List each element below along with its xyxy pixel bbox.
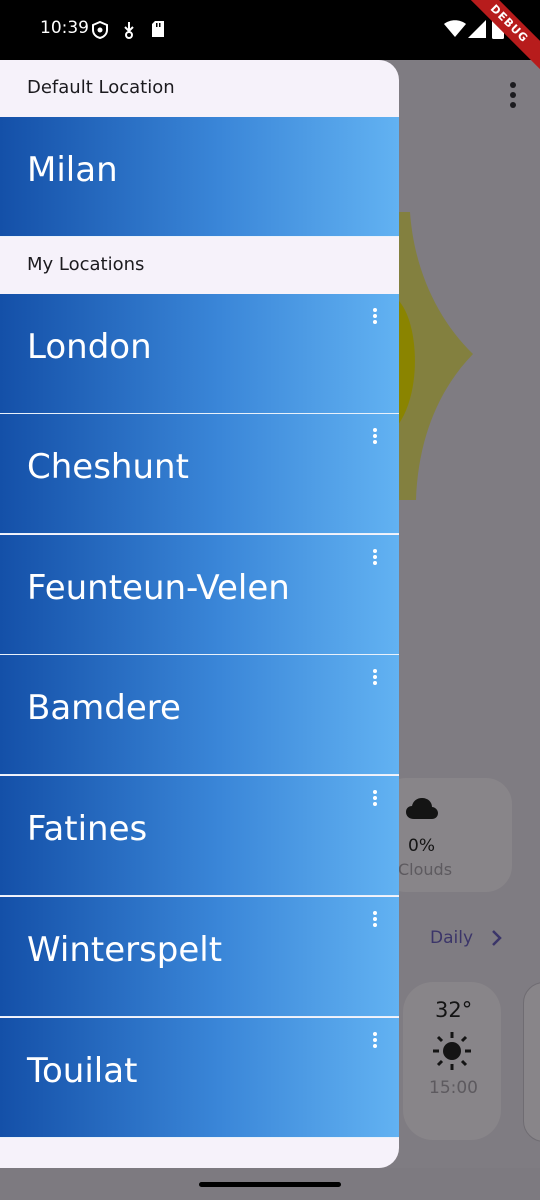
location-name: Milan bbox=[27, 150, 118, 190]
my-locations-header: My Locations bbox=[27, 254, 145, 275]
status-bar: 10:39 DEBUG bbox=[0, 0, 540, 78]
location-menu-icon[interactable] bbox=[369, 549, 381, 569]
more-options-icon[interactable] bbox=[506, 82, 520, 112]
location-name: Cheshunt bbox=[27, 447, 189, 487]
location-item-bamdere[interactable]: Bamdere bbox=[0, 655, 399, 775]
cloud-icon bbox=[406, 798, 438, 819]
signal-icon bbox=[468, 20, 486, 38]
location-item-fatines[interactable]: Fatines bbox=[0, 776, 399, 896]
clouds-card: 0% Clouds bbox=[380, 778, 512, 892]
sun-icon bbox=[433, 1032, 471, 1070]
location-name: London bbox=[27, 327, 152, 367]
hourly-temp: 32° bbox=[435, 998, 473, 1022]
weather-illustration bbox=[398, 212, 473, 500]
sd-card-icon bbox=[152, 21, 164, 37]
location-menu-icon[interactable] bbox=[369, 790, 381, 810]
wifi-icon bbox=[444, 20, 466, 37]
location-name: Feunteun-Velen bbox=[27, 568, 290, 608]
location-menu-icon[interactable] bbox=[369, 669, 381, 689]
hourly-forecast-card-partial[interactable] bbox=[523, 982, 540, 1142]
daily-button[interactable]: Daily bbox=[430, 928, 473, 948]
location-name: Winterspelt bbox=[27, 930, 223, 970]
hourly-time: 15:00 bbox=[429, 1078, 478, 1098]
home-gesture-handle[interactable] bbox=[199, 1182, 341, 1187]
default-location-item[interactable]: Milan bbox=[0, 117, 399, 237]
location-item-london[interactable]: London bbox=[0, 294, 399, 414]
locations-drawer: Default Location Milan My Locations Lond… bbox=[0, 60, 399, 1168]
location-menu-icon[interactable] bbox=[369, 308, 381, 328]
location-item-cheshunt[interactable]: Cheshunt bbox=[0, 414, 399, 534]
status-time: 10:39 bbox=[40, 18, 89, 38]
clouds-label: Clouds bbox=[398, 860, 453, 879]
location-menu-icon[interactable] bbox=[369, 1032, 381, 1052]
location-menu-icon[interactable] bbox=[369, 911, 381, 931]
chevron-right-icon[interactable] bbox=[490, 928, 504, 948]
location-item-feunteun-velen[interactable]: Feunteun-Velen bbox=[0, 535, 399, 655]
location-name: Touilat bbox=[27, 1051, 138, 1091]
download-icon bbox=[124, 22, 134, 39]
location-name: Bamdere bbox=[27, 688, 181, 728]
location-name: Fatines bbox=[27, 809, 148, 849]
location-menu-icon[interactable] bbox=[369, 428, 381, 448]
default-location-header: Default Location bbox=[27, 77, 175, 98]
hourly-forecast-card[interactable]: 32° 15:00 bbox=[403, 982, 501, 1140]
location-item-touilat[interactable]: Touilat bbox=[0, 1018, 399, 1138]
clouds-value: 0% bbox=[408, 836, 435, 856]
location-item-winterspelt[interactable]: Winterspelt bbox=[0, 897, 399, 1017]
shield-icon bbox=[92, 21, 108, 39]
